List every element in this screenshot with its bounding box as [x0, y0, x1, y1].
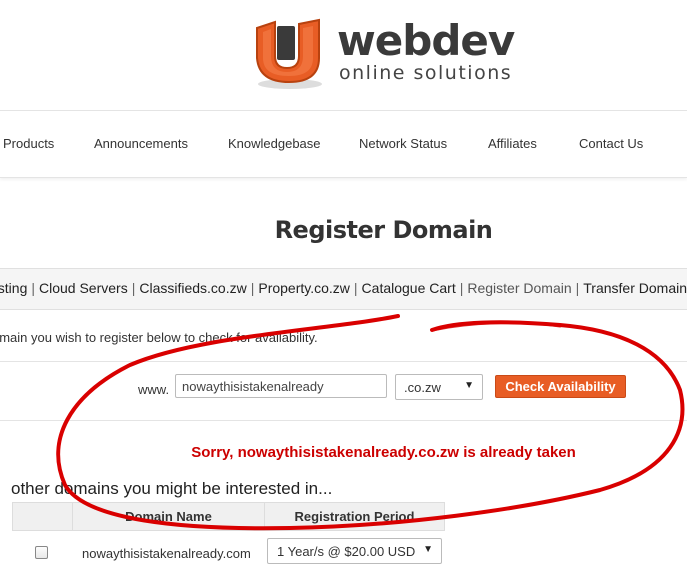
nav-item-contact-us[interactable]: Contact Us — [579, 136, 643, 151]
main-nav: Products Announcements Knowledgebase Net… — [0, 110, 687, 178]
www-prefix-label: www. — [138, 382, 170, 397]
registration-period-value: 1 Year/s @ $20.00 USD — [277, 544, 416, 559]
column-header-registration-period: Registration Period — [294, 509, 415, 524]
chevron-down-icon: ▼ — [423, 544, 433, 555]
sub-nav: osting|Cloud Servers|Classifieds.co.zw|P… — [0, 268, 687, 310]
page-title: Register Domain — [274, 216, 493, 244]
check-availability-button[interactable]: Check Availability — [495, 375, 626, 398]
nav-item-affiliates[interactable]: Affiliates — [488, 136, 537, 151]
brand-tagline: online solutions — [339, 62, 513, 84]
subnav-item-cloud-servers[interactable]: Cloud Servers — [39, 280, 128, 296]
domain-search-form: www. .co.zw ▼ Check Availability — [0, 361, 687, 421]
site-logo[interactable]: webdev online solutions — [247, 12, 527, 92]
subnav-item-transfer-domains[interactable]: Transfer Domains — [583, 280, 687, 296]
subnav-item-catalogue-cart[interactable]: Catalogue Cart — [362, 280, 456, 296]
column-header-select — [13, 503, 73, 530]
suggested-domain-name: nowaythisistakenalready.com — [82, 546, 251, 561]
domain-input[interactable] — [175, 374, 387, 398]
subnav-separator: | — [31, 280, 35, 296]
subnav-separator: | — [575, 280, 580, 296]
nav-item-network-status[interactable]: Network Status — [359, 136, 447, 151]
nav-item-knowledgebase[interactable]: Knowledgebase — [228, 136, 321, 151]
brand-name: webdev — [337, 16, 515, 65]
domain-select-checkbox[interactable] — [35, 546, 48, 559]
registration-period-select[interactable]: 1 Year/s @ $20.00 USD ▼ — [267, 538, 442, 564]
subnav-item-hosting[interactable]: osting — [0, 280, 27, 296]
column-header-domain-name: Domain Name — [73, 503, 265, 530]
subnav-separator: | — [459, 280, 464, 296]
tld-select-value: .co.zw — [404, 380, 441, 395]
tld-select[interactable]: .co.zw ▼ — [395, 374, 483, 400]
nav-item-products[interactable]: Products — [3, 136, 54, 151]
subnav-separator: | — [353, 280, 358, 296]
u-mark-icon — [256, 18, 322, 89]
subnav-item-register-domain[interactable]: Register Domain — [467, 280, 571, 296]
chevron-down-icon: ▼ — [464, 380, 474, 391]
intro-text: omain you wish to register below to chec… — [0, 330, 318, 345]
suggestions-heading: other domains you might be interested in… — [11, 479, 333, 498]
subnav-item-classifieds[interactable]: Classifieds.co.zw — [139, 280, 246, 296]
subnav-separator: | — [250, 280, 255, 296]
table-row: nowaythisistakenalready.com 1 Year/s @ $… — [12, 535, 445, 568]
subnav-item-property[interactable]: Property.co.zw — [258, 280, 350, 296]
availability-error-message: Sorry, nowaythisistakenalready.co.zw is … — [191, 444, 576, 461]
subnav-separator: | — [131, 280, 136, 296]
nav-item-announcements[interactable]: Announcements — [94, 136, 188, 151]
suggestions-table-header: Domain Name Registration Period — [12, 502, 445, 531]
